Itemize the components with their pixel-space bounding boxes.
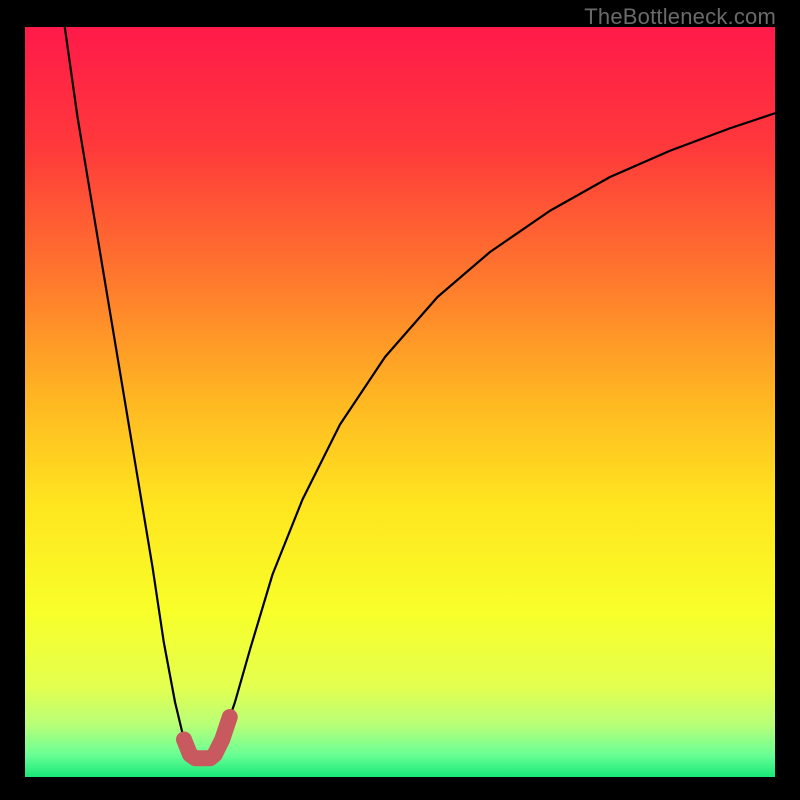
plot-area — [25, 27, 775, 777]
watermark-text: TheBottleneck.com — [584, 4, 776, 30]
curve-layer — [25, 27, 775, 777]
bottleneck-curve — [65, 27, 775, 758]
bottom-highlight — [184, 717, 230, 758]
